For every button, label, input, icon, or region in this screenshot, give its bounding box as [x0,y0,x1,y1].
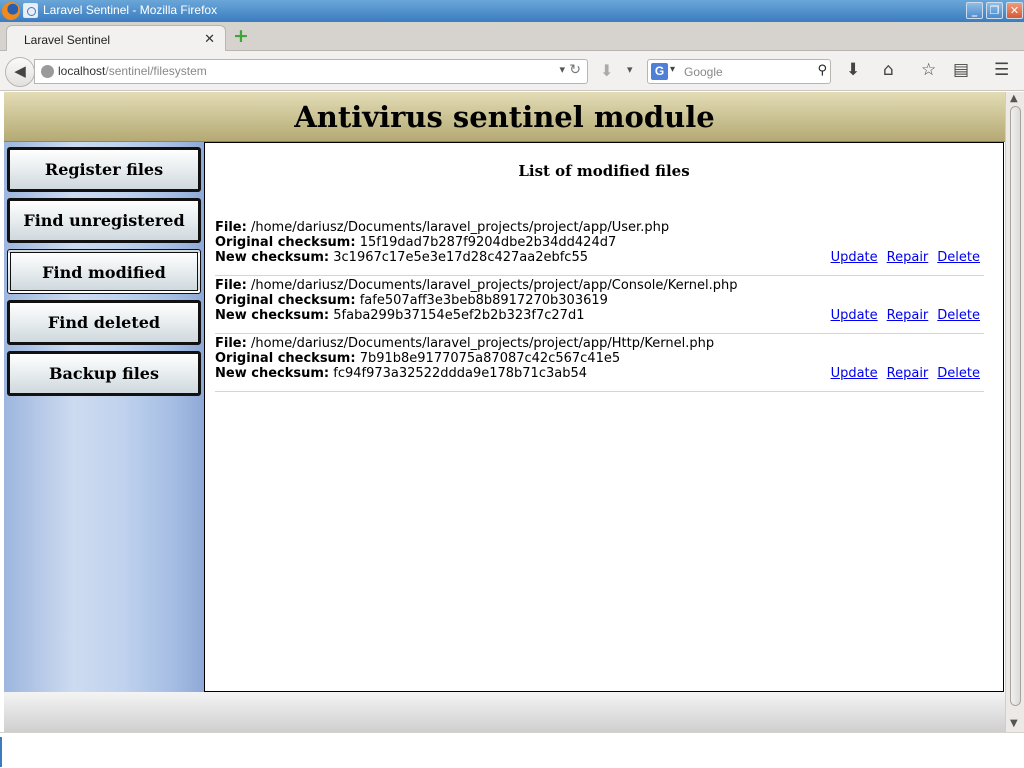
register-files-button[interactable]: Register files [7,147,201,192]
url-host: localhost [58,64,106,78]
update-link[interactable]: Update [831,366,878,381]
globe-icon [41,65,54,78]
window-title: Laravel Sentinel - Mozilla Firefox [43,3,218,17]
file-label: File: [215,220,247,235]
bookmark-star-icon[interactable]: ☆ [921,60,936,80]
download-arrow-icon[interactable]: ⬇ [600,61,613,80]
original-checksum: fafe507aff3e3beb8b8917270b303619 [359,293,608,308]
repair-link[interactable]: Repair [887,250,929,265]
new-checksum-label: New checksum: [215,308,330,323]
google-engine-icon[interactable]: G [651,63,668,80]
update-link[interactable]: Update [831,308,878,323]
file-path-line: File: /home/dariusz/Documents/laravel_pr… [215,220,669,235]
minimize-window-button[interactable]: _ [966,2,983,19]
file-path-line: File: /home/dariusz/Documents/laravel_pr… [215,336,714,351]
tab-laravel-sentinel[interactable]: Laravel Sentinel ✕ [6,25,226,52]
file-path: /home/dariusz/Documents/laravel_projects… [250,336,715,351]
tab-strip: Laravel Sentinel ✕ + [0,22,1024,52]
modified-file-entry: File: /home/dariusz/Documents/laravel_pr… [215,336,984,392]
original-checksum-label: Original checksum: [215,293,356,308]
downloads-icon[interactable]: ⬇ [846,60,860,80]
file-label: File: [215,278,247,293]
file-path: /home/dariusz/Documents/laravel_projects… [250,278,738,293]
url-text[interactable]: localhost/sentinel/filesystem [58,64,207,78]
content-heading: List of modified files [518,162,690,180]
original-checksum-line: Original checksum: fafe507aff3e3beb8b891… [215,293,608,308]
backup-files-button[interactable]: Backup files [7,351,201,396]
modified-file-entry: File: /home/dariusz/Documents/laravel_pr… [215,278,984,334]
vertical-scrollbar[interactable]: ▲ ▼ [1005,92,1024,732]
page-title: Antivirus sentinel module [294,100,715,134]
entry-actions: Update Repair Delete [822,308,980,323]
bookmarks-menu-icon[interactable]: ▤ [953,60,969,80]
binoculars-search-icon[interactable]: ⚲ [817,63,827,78]
original-checksum: 7b91b8e9177075a87087c42c567c41e5 [359,351,621,366]
entry-actions: Update Repair Delete [822,250,980,265]
url-bar[interactable]: localhost/sentinel/filesystem ▾ ↻ [34,59,588,84]
original-checksum-line: Original checksum: 15f19dad7b287f9204dbe… [215,235,616,250]
restore-window-button[interactable]: ❐ [986,2,1003,19]
file-path-line: File: /home/dariusz/Documents/laravel_pr… [215,278,737,293]
new-checksum-label: New checksum: [215,366,330,381]
delete-link[interactable]: Delete [937,308,980,323]
back-button[interactable]: ◀ [5,57,35,87]
file-label: File: [215,336,247,351]
back-arrow-icon: ◀ [14,62,26,80]
search-input[interactable]: Google [684,65,723,79]
new-tab-button[interactable]: + [233,27,249,46]
url-history-dropdown-icon[interactable]: ▾ [559,63,565,76]
home-icon[interactable]: ⌂ [883,60,894,80]
delete-link[interactable]: Delete [937,250,980,265]
repair-link[interactable]: Repair [887,366,929,381]
new-checksum-label: New checksum: [215,250,330,265]
window-menu-icon[interactable] [23,3,38,18]
new-checksum: 5faba299b37154e5ef2b2b323f7c27d1 [333,308,585,323]
new-checksum: 3c1967c17e5e3e17d28c427aa2ebfc55 [333,250,588,265]
history-dropdown-icon[interactable]: ▾ [627,63,633,76]
firefox-logo-icon [2,2,20,20]
modified-file-entry: File: /home/dariusz/Documents/laravel_pr… [215,220,984,276]
search-bar[interactable]: G ▾ Google ⚲ [647,59,831,84]
delete-link[interactable]: Delete [937,366,980,381]
new-checksum-line: New checksum: fc94f973a32522ddda9e178b71… [215,366,587,381]
new-checksum-line: New checksum: 3c1967c17e5e3e17d28c427aa2… [215,250,588,265]
page-header: Antivirus sentinel module [4,92,1005,142]
tab-label: Laravel Sentinel [24,33,111,47]
url-path: /sentinel/filesystem [105,64,207,78]
repair-link[interactable]: Repair [887,308,929,323]
main-content: List of modified files File: /home/dariu… [204,142,1004,692]
close-window-button[interactable]: ✕ [1006,2,1023,19]
original-checksum-line: Original checksum: 7b91b8e9177075a87087c… [215,351,620,366]
original-checksum-label: Original checksum: [215,351,356,366]
navigation-toolbar: localhost/sentinel/filesystem ▾ ↻ ◀ ⬇ ▾ … [0,51,1024,91]
page-footer [4,692,1005,732]
find-deleted-button[interactable]: Find deleted [7,300,201,345]
find-bar-area [0,732,1024,768]
sidebar: Register files Find unregistered Find mo… [4,142,204,692]
engine-dropdown-icon[interactable]: ▾ [670,64,675,75]
new-checksum: fc94f973a32522ddda9e178b71c3ab54 [333,366,588,381]
update-link[interactable]: Update [831,250,878,265]
close-tab-icon[interactable]: ✕ [204,31,215,47]
scroll-down-icon[interactable]: ▼ [1010,718,1018,729]
new-checksum-line: New checksum: 5faba299b37154e5ef2b2b323f… [215,308,584,323]
original-checksum: 15f19dad7b287f9204dbe2b34dd424d7 [359,235,617,250]
window-titlebar: Laravel Sentinel - Mozilla Firefox _ ❐ ✕ [0,0,1024,22]
file-path: /home/dariusz/Documents/laravel_projects… [250,220,670,235]
scrollbar-thumb[interactable] [1010,106,1021,706]
find-unregistered-button[interactable]: Find unregistered [7,198,201,243]
find-modified-button[interactable]: Find modified [7,249,201,294]
text-caret [0,737,2,767]
reload-icon[interactable]: ↻ [569,62,581,78]
hamburger-menu-icon[interactable]: ☰ [994,60,1009,80]
scroll-up-icon[interactable]: ▲ [1010,93,1018,104]
entry-actions: Update Repair Delete [822,366,980,381]
original-checksum-label: Original checksum: [215,235,356,250]
web-page: Antivirus sentinel module Register files… [4,92,1005,732]
